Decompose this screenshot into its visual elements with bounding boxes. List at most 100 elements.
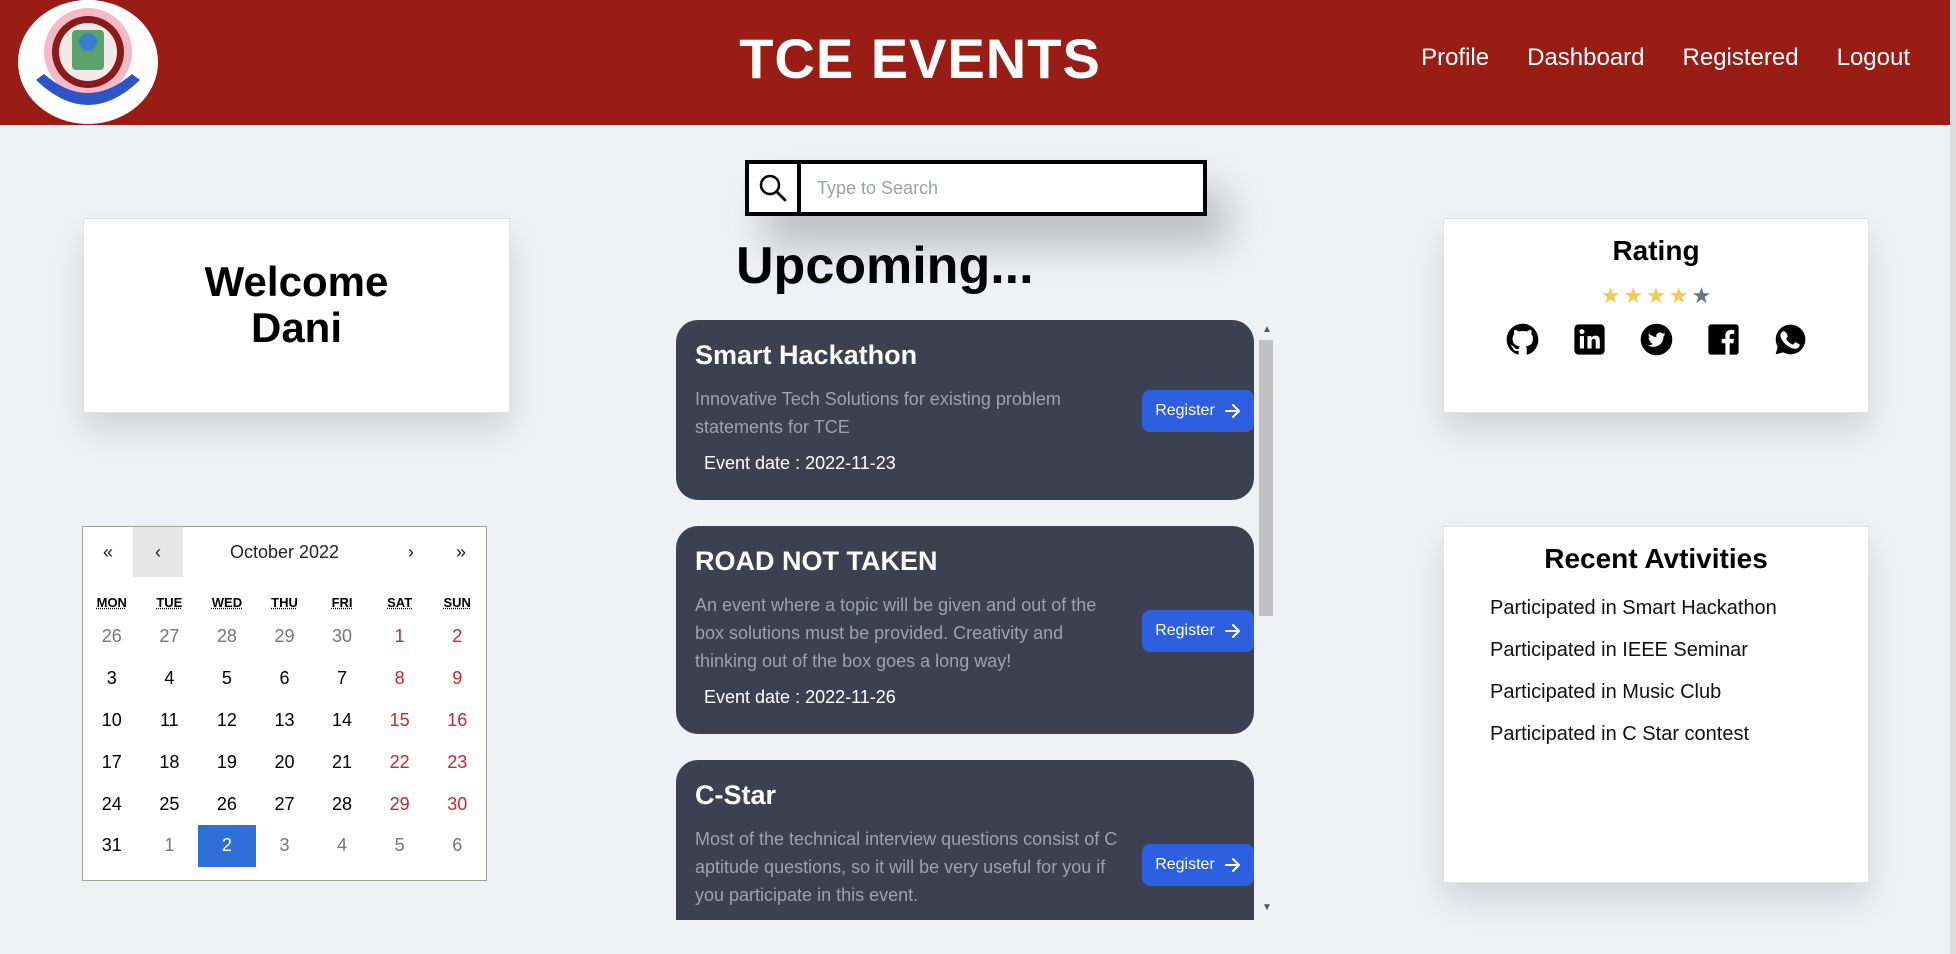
social-links xyxy=(1444,323,1868,356)
calendar-day[interactable]: 4 xyxy=(313,825,371,867)
calendar-day-selected[interactable]: 2 xyxy=(198,824,256,867)
weekday-label: THU xyxy=(271,595,298,610)
calendar-day[interactable]: 2 xyxy=(428,616,486,658)
star-empty-icon[interactable]: ★ xyxy=(1692,283,1712,309)
calendar-weekdays: MON TUE WED THU FRI SAT SUN xyxy=(83,595,486,610)
calendar-day[interactable]: 1 xyxy=(371,616,429,658)
calendar-day[interactable]: 5 xyxy=(198,658,256,700)
register-label: Register xyxy=(1155,402,1215,419)
search-input[interactable] xyxy=(801,164,1203,212)
page-scrollbar[interactable] xyxy=(1950,0,1956,954)
calendar-day[interactable]: 28 xyxy=(198,616,256,658)
github-icon[interactable] xyxy=(1506,323,1539,356)
calendar-day[interactable]: 14 xyxy=(313,700,371,742)
register-button[interactable]: Register xyxy=(1142,610,1254,652)
list-item: Participated in C Star contest xyxy=(1490,723,1750,745)
nav-profile[interactable]: Profile xyxy=(1421,44,1489,72)
calendar-month-label[interactable]: October 2022 xyxy=(183,542,386,563)
register-button[interactable]: Register xyxy=(1142,390,1254,432)
star-filled-icon[interactable]: ★ xyxy=(1646,283,1666,309)
calendar: « ‹ October 2022 › » MON TUE WED THU FRI… xyxy=(82,526,487,881)
calendar-day[interactable]: 6 xyxy=(428,825,486,867)
event-date: Event date : 2022-11-26 xyxy=(704,687,896,707)
list-item: Participated in Smart Hackathon xyxy=(1490,597,1777,619)
calendar-day[interactable]: 16 xyxy=(428,700,486,742)
calendar-day[interactable]: 26 xyxy=(198,783,256,825)
event-description: Most of the technical interview question… xyxy=(695,829,1118,905)
calendar-day[interactable]: 13 xyxy=(256,700,314,742)
calendar-day[interactable]: 8 xyxy=(371,658,429,700)
calendar-day[interactable]: 9 xyxy=(428,658,486,700)
recent-activities-title: Recent Avtivities xyxy=(1544,543,1768,574)
calendar-day[interactable]: 17 xyxy=(83,741,141,783)
star-filled-icon[interactable]: ★ xyxy=(1601,283,1621,309)
calendar-day[interactable]: 5 xyxy=(371,825,429,867)
calendar-next-year-button[interactable]: » xyxy=(436,527,486,577)
search-bar xyxy=(745,160,1207,216)
user-name: Dani xyxy=(250,304,342,351)
calendar-day[interactable]: 31 xyxy=(83,825,141,867)
nav-dashboard[interactable]: Dashboard xyxy=(1527,44,1644,72)
calendar-day[interactable]: 22 xyxy=(371,741,429,783)
calendar-day[interactable]: 30 xyxy=(313,616,371,658)
calendar-day[interactable]: 29 xyxy=(371,783,429,825)
search-icon[interactable] xyxy=(749,164,801,212)
calendar-day[interactable]: 1 xyxy=(141,825,199,867)
calendar-day[interactable]: 27 xyxy=(256,783,314,825)
calendar-prev-year-button[interactable]: « xyxy=(83,527,133,577)
calendar-day[interactable]: 27 xyxy=(141,616,199,658)
calendar-nav: « ‹ October 2022 › » xyxy=(83,527,486,577)
calendar-prev-month-button[interactable]: ‹ xyxy=(133,527,183,577)
calendar-day[interactable]: 29 xyxy=(256,616,314,658)
star-filled-icon[interactable]: ★ xyxy=(1623,283,1643,309)
calendar-day[interactable]: 30 xyxy=(428,783,486,825)
calendar-day[interactable]: 19 xyxy=(198,741,256,783)
calendar-day[interactable]: 20 xyxy=(256,741,314,783)
register-label: Register xyxy=(1155,622,1215,639)
star-rating[interactable]: ★ ★ ★ ★ ★ xyxy=(1444,283,1868,309)
calendar-day[interactable]: 18 xyxy=(141,741,199,783)
list-item: Participated in IEEE Seminar xyxy=(1490,639,1748,661)
scroll-thumb[interactable] xyxy=(1259,340,1273,616)
calendar-day[interactable]: 24 xyxy=(83,783,141,825)
weekday-label: WED xyxy=(211,595,243,610)
arrow-right-icon xyxy=(1224,404,1240,418)
rating-title: Rating xyxy=(1612,235,1700,266)
whatsapp-icon[interactable] xyxy=(1774,323,1807,356)
calendar-day[interactable]: 3 xyxy=(83,658,141,700)
events-list[interactable]: Smart Hackathon Innovative Tech Solution… xyxy=(676,320,1276,920)
calendar-day[interactable]: 28 xyxy=(313,783,371,825)
star-filled-icon[interactable]: ★ xyxy=(1669,283,1689,309)
calendar-day[interactable]: 23 xyxy=(428,741,486,783)
calendar-day[interactable]: 12 xyxy=(198,700,256,742)
main-nav: Profile Dashboard Registered Logout xyxy=(1421,44,1910,72)
facebook-icon[interactable] xyxy=(1707,323,1740,356)
list-item: Participated in Music Club xyxy=(1490,681,1722,703)
event-name: ROAD NOT TAKEN xyxy=(695,546,938,576)
nav-registered[interactable]: Registered xyxy=(1683,44,1799,72)
events-scrollbar[interactable]: ▲ ▼ xyxy=(1256,320,1276,920)
welcome-text: Welcome xyxy=(204,258,389,305)
calendar-day[interactable]: 15 xyxy=(371,700,429,742)
calendar-day[interactable]: 26 xyxy=(83,616,141,658)
scroll-down-icon[interactable]: ▼ xyxy=(1262,902,1272,913)
calendar-days: 26 27 28 29 30 1 2 3 4 5 6 7 8 9 10 11 1… xyxy=(83,616,486,867)
calendar-day[interactable]: 3 xyxy=(256,825,314,867)
event-name: C-Star xyxy=(695,780,777,810)
calendar-day[interactable]: 4 xyxy=(141,658,199,700)
calendar-next-month-button[interactable]: › xyxy=(386,527,436,577)
twitter-icon[interactable] xyxy=(1640,323,1673,356)
scroll-up-icon[interactable]: ▲ xyxy=(1262,324,1272,335)
welcome-heading: Welcome Dani xyxy=(84,259,509,351)
calendar-day[interactable]: 6 xyxy=(256,658,314,700)
linkedin-icon[interactable] xyxy=(1573,323,1606,356)
event-name: Smart Hackathon xyxy=(695,340,918,370)
calendar-day[interactable]: 11 xyxy=(141,700,199,742)
register-button[interactable]: Register xyxy=(1142,844,1254,886)
calendar-day[interactable]: 21 xyxy=(313,741,371,783)
nav-logout[interactable]: Logout xyxy=(1837,44,1910,72)
calendar-day[interactable]: 7 xyxy=(313,658,371,700)
calendar-day[interactable]: 25 xyxy=(141,783,199,825)
rating-card: Rating ★ ★ ★ ★ ★ xyxy=(1443,218,1869,413)
calendar-day[interactable]: 10 xyxy=(83,700,141,742)
